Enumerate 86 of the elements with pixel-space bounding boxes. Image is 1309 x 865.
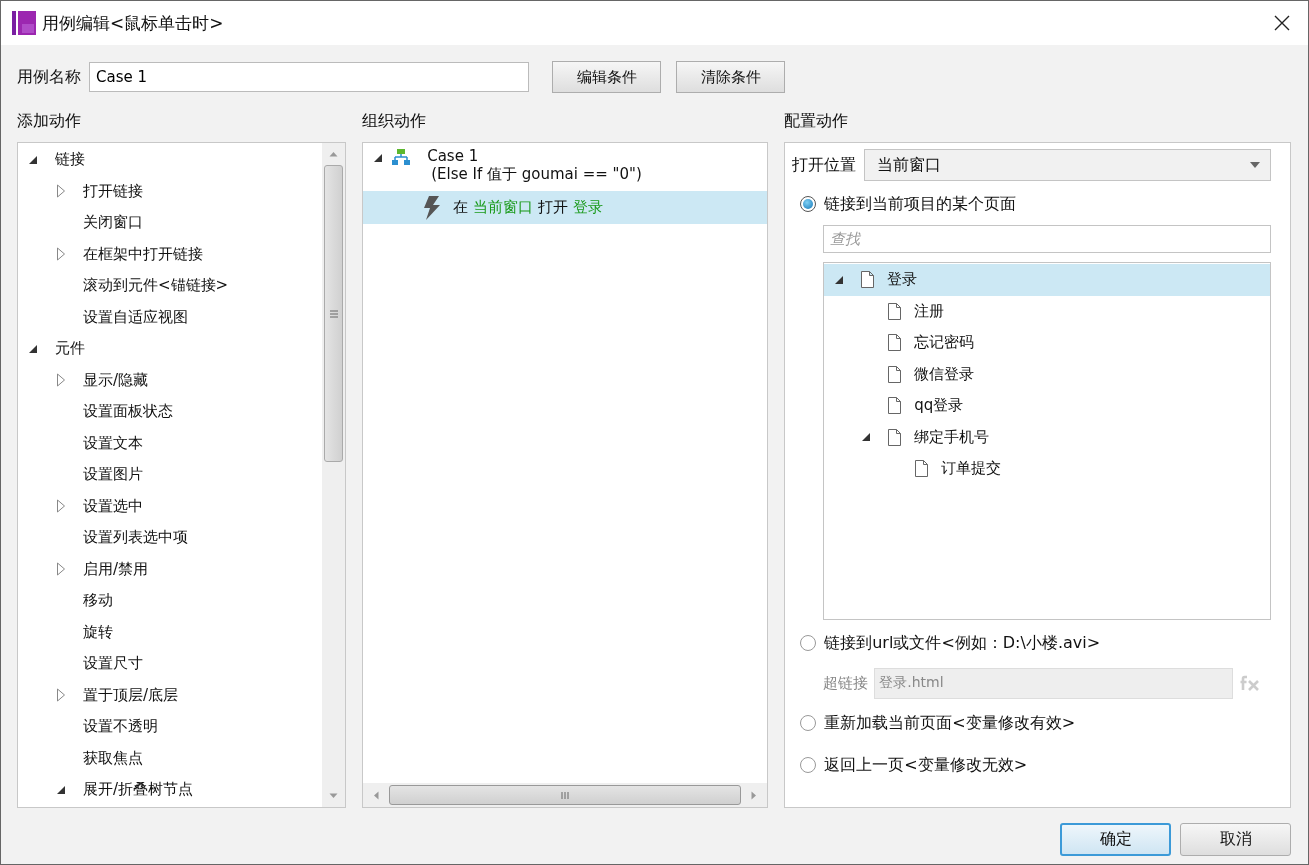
window-title: 用例编辑<鼠标单击时> <box>42 11 225 35</box>
grip-icon <box>560 790 571 800</box>
page-icon <box>915 460 929 478</box>
action-item[interactable]: 滚动到元件<锚链接> <box>83 276 229 296</box>
action-row[interactable]: 在 当前窗口 打开 登录 <box>363 191 768 224</box>
page-icon <box>861 271 875 289</box>
radio-label[interactable]: 重新加载当前页面<变量修改有效> <box>824 712 1076 734</box>
action-item[interactable]: 链接 <box>55 150 85 170</box>
dialog-button[interactable]: 确定 <box>1060 823 1171 856</box>
action-item[interactable]: 获取焦点 <box>83 748 143 768</box>
collapsed-arrow-icon[interactable] <box>56 499 66 514</box>
page-tree-row[interactable]: 登录 <box>824 264 1270 296</box>
action-item[interactable]: 设置选中 <box>83 496 143 516</box>
dropdown-caret-icon[interactable] <box>1250 162 1260 168</box>
action-item[interactable]: 显示/隐藏 <box>83 370 149 390</box>
action-text: 在 当前窗口 打开 登录 <box>453 198 603 217</box>
collapsed-arrow-icon[interactable] <box>56 562 66 577</box>
radio-button[interactable] <box>800 715 817 731</box>
search-field[interactable]: 查找 <box>823 225 1271 253</box>
section-heading: 组织动作 <box>362 110 427 132</box>
action-item[interactable]: 移动 <box>83 591 113 611</box>
open-in-label: 打开位置 <box>792 154 857 176</box>
action-item[interactable]: 设置尺寸 <box>83 654 143 674</box>
collapsed-arrow-icon[interactable] <box>56 247 66 262</box>
expanded-arrow-icon[interactable] <box>28 154 38 165</box>
page-icon <box>888 302 902 320</box>
radio-button[interactable] <box>800 196 817 212</box>
radio-label[interactable]: 链接到当前项目的某个页面 <box>824 193 1017 215</box>
action-item[interactable]: 展开/折叠树节点 <box>83 780 194 800</box>
radio-button[interactable] <box>800 635 817 651</box>
action-item[interactable]: 打开链接 <box>83 181 143 201</box>
horizontal-scrollbar[interactable] <box>363 783 768 807</box>
action-item[interactable]: 设置不透明 <box>83 717 158 737</box>
page-tree-row[interactable]: 订单提交 <box>824 453 1270 485</box>
lightning-icon <box>423 195 442 220</box>
action-item[interactable]: 启用/禁用 <box>83 559 149 579</box>
condition-button[interactable]: 清除条件 <box>676 61 785 93</box>
action-item[interactable]: 设置面板状态 <box>83 402 173 422</box>
scroll-right-icon[interactable] <box>751 790 758 800</box>
expanded-arrow-icon[interactable] <box>861 432 872 443</box>
action-item[interactable]: 设置图片 <box>83 465 143 485</box>
dialog-button[interactable]: 取消 <box>1180 823 1291 856</box>
hyperlink-label: 超链接 <box>823 673 869 693</box>
page-tree-row[interactable]: 注册 <box>824 295 1270 327</box>
page-tree-row[interactable]: qq登录 <box>824 390 1270 422</box>
section-heading: 配置动作 <box>784 110 849 132</box>
vertical-scrollbar[interactable] <box>322 143 346 807</box>
action-item[interactable]: 设置列表选中项 <box>83 528 188 548</box>
case-name-field[interactable]: Case 1 <box>89 62 529 92</box>
page-icon <box>888 365 902 383</box>
page-icon <box>888 428 902 446</box>
collapsed-arrow-icon[interactable] <box>56 184 66 199</box>
app-logo-icon <box>12 11 36 35</box>
page-tree-row[interactable]: 忘记密码 <box>824 327 1270 359</box>
action-item[interactable]: 置于顶层/底层 <box>83 685 179 705</box>
expanded-arrow-icon[interactable] <box>834 274 845 285</box>
condition-button[interactable]: 编辑条件 <box>552 61 661 93</box>
page-tree-row[interactable]: 绑定手机号 <box>824 421 1270 453</box>
expanded-arrow-icon[interactable] <box>28 343 38 354</box>
case-name[interactable]: Case 1 <box>427 147 479 165</box>
action-item[interactable]: 设置文本 <box>83 433 143 453</box>
radio-label[interactable]: 返回上一页<变量修改无效> <box>824 754 1028 776</box>
action-item[interactable]: 元件 <box>55 339 85 359</box>
scroll-down-icon[interactable] <box>329 793 339 799</box>
close-icon[interactable] <box>1274 15 1290 31</box>
radio-button[interactable] <box>800 757 817 773</box>
expanded-arrow-icon[interactable] <box>56 784 66 795</box>
case-name-label: 用例名称 <box>17 66 81 88</box>
case-condition: (Else If 值于 goumai == "0") <box>431 165 642 183</box>
action-item[interactable]: 旋转 <box>83 622 113 642</box>
action-item[interactable]: 设置自适应视图 <box>83 307 188 327</box>
radio-label[interactable]: 链接到url或文件<例如：D:\小楼.avi> <box>824 632 1101 654</box>
page-tree-row[interactable]: 微信登录 <box>824 358 1270 390</box>
page-icon <box>888 334 902 352</box>
scroll-left-icon[interactable] <box>373 790 380 800</box>
collapsed-arrow-icon[interactable] <box>56 688 66 703</box>
hierarchy-icon <box>392 149 411 165</box>
expanded-arrow-icon[interactable] <box>373 153 384 163</box>
action-item[interactable]: 在框架中打开链接 <box>83 244 203 264</box>
scroll-up-icon[interactable] <box>329 151 339 157</box>
action-item[interactable]: 关闭窗口 <box>83 213 143 233</box>
open-in-dropdown[interactable]: 当前窗口 <box>864 149 1271 181</box>
collapsed-arrow-icon[interactable] <box>56 373 66 388</box>
section-heading: 添加动作 <box>17 110 81 132</box>
page-icon <box>888 397 902 415</box>
grip-icon <box>328 309 339 318</box>
